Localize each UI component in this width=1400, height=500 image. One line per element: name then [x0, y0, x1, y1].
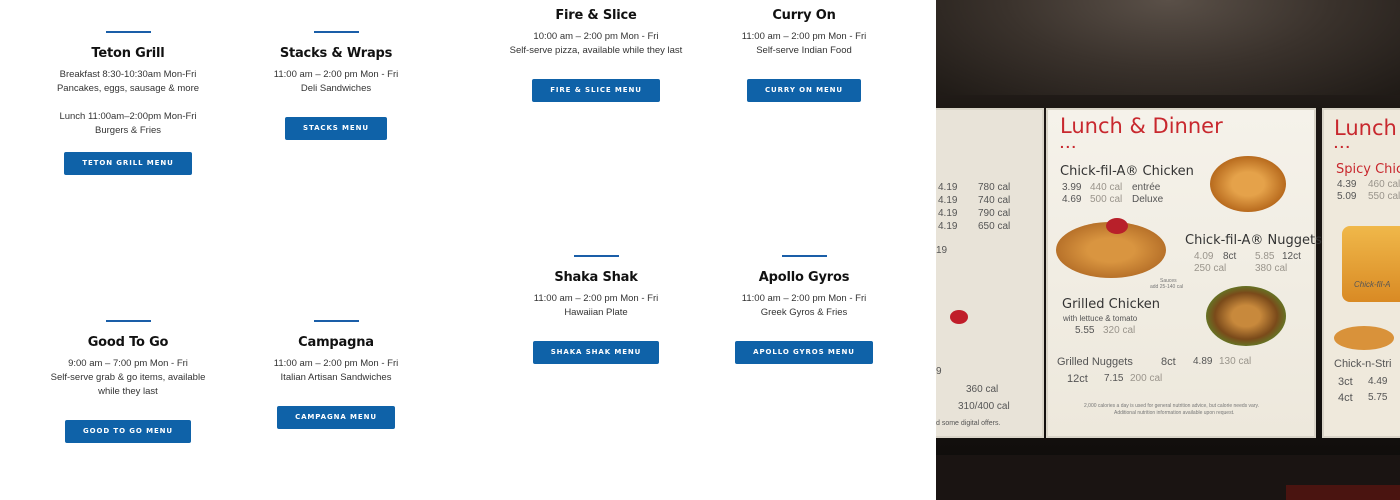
restaurant-hours-line: 11:00 am – 2:00 pm Mon - Fri: [741, 31, 867, 42]
restaurant-description-line: while they last: [98, 386, 158, 397]
teton-grill-menu-button[interactable]: TETON GRILL MENU: [64, 152, 192, 175]
section-divider: [105, 31, 151, 33]
menu-board-photo: 4.19 780 cal 4.19 740 cal 4.19 790 cal 4…: [936, 0, 1400, 500]
restaurant-hours-line: 10:00 am – 2:00 pm Mon - Fri: [533, 31, 659, 42]
section-divider: [781, 255, 827, 257]
campagna-menu-button[interactable]: CAMPAGNA MENU: [277, 406, 395, 429]
restaurant-description-line: Burgers & Fries: [95, 125, 161, 136]
restaurant-name: Fire & Slice: [555, 8, 637, 23]
stacks-menu-button[interactable]: STACKS MENU: [285, 117, 387, 140]
restaurant-hours-line: 11:00 am – 2:00 pm Mon - Fri: [273, 69, 399, 80]
restaurant-card-curry-on: Curry On 11:00 am – 2:00 pm Mon - Fri Se…: [724, 8, 884, 102]
restaurant-description-line: Deli Sandwiches: [300, 83, 372, 94]
restaurant-card-teton-grill: Teton Grill Breakfast 8:30-10:30am Mon-F…: [48, 31, 208, 175]
section-divider: [313, 320, 359, 322]
restaurant-description-line: Self-serve pizza, available while they l…: [509, 45, 683, 56]
restaurant-name: Teton Grill: [91, 46, 165, 61]
restaurant-description-line: Greek Gyros & Fries: [760, 307, 848, 318]
curry-on-menu-button[interactable]: CURRY ON MENU: [747, 79, 861, 102]
restaurant-description-line: Self-serve Indian Food: [756, 45, 852, 56]
restaurant-hours-line: 11:00 am – 2:00 pm Mon - Fri: [533, 293, 659, 304]
menu-board-right: Lunch ... Spicy Chic 4.39 460 cal 5.09 5…: [1324, 110, 1400, 436]
restaurant-description-line: Pancakes, eggs, sausage & more: [56, 83, 200, 94]
restaurant-card-shaka-shak: Shaka Shak 11:00 am – 2:00 pm Mon - Fri …: [516, 255, 676, 364]
section-divider: [573, 255, 619, 257]
grilled-chicken-sandwich-image: [1206, 286, 1286, 346]
strips-image: [1334, 326, 1394, 350]
restaurant-card-fire-slice: Fire & Slice 10:00 am – 2:00 pm Mon - Fr…: [496, 8, 696, 102]
good-to-go-menu-button[interactable]: GOOD TO GO MENU: [65, 420, 191, 443]
restaurant-hours-line: 11:00 am – 2:00 pm Mon - Fri: [741, 293, 867, 304]
fire-slice-menu-button[interactable]: FIRE & SLICE MENU: [532, 79, 660, 102]
restaurant-name: Curry On: [772, 8, 836, 23]
restaurant-hours-line: 9:00 am – 7:00 pm Mon - Fri: [68, 358, 188, 369]
restaurant-card-apollo-gyros: Apollo Gyros 11:00 am – 2:00 pm Mon - Fr…: [724, 255, 884, 364]
chicken-sandwich-image: [1210, 156, 1286, 212]
restaurant-description-line: Self-serve grab & go items, available: [50, 372, 206, 383]
apollo-gyros-menu-button[interactable]: APOLLO GYROS MENU: [735, 341, 873, 364]
waffle-fries-image: [1342, 226, 1400, 302]
restaurant-card-good-to-go: Good To Go 9:00 am – 7:00 pm Mon - Fri S…: [38, 320, 218, 443]
restaurant-card-stacks-wraps: Stacks & Wraps 11:00 am – 2:00 pm Mon - …: [256, 31, 416, 140]
restaurant-name: Shaka Shak: [554, 270, 638, 285]
restaurant-description-line: Italian Artisan Sandwiches: [280, 372, 392, 383]
restaurant-description-line: Hawaiian Plate: [564, 307, 628, 318]
restaurant-hours-line: Lunch 11:00am–2:00pm Mon-Fri: [59, 111, 197, 122]
restaurant-name: Stacks & Wraps: [279, 46, 393, 61]
section-divider: [313, 31, 359, 33]
restaurant-name: Apollo Gyros: [758, 270, 850, 285]
restaurant-name: Campagna: [298, 335, 374, 350]
restaurant-name: Good To Go: [87, 335, 169, 350]
restaurant-hours-line: 11:00 am – 2:00 pm Mon - Fri: [273, 358, 399, 369]
menu-board-left: 4.19 780 cal 4.19 740 cal 4.19 790 cal 4…: [936, 110, 1042, 436]
menu-board-center: Lunch & Dinner ... Chick-fil-A® Chicken …: [1048, 110, 1322, 436]
restaurant-card-campagna: Campagna 11:00 am – 2:00 pm Mon - Fri It…: [256, 320, 416, 429]
strawberry-image: [950, 310, 968, 324]
section-divider: [105, 320, 151, 322]
shaka-shak-menu-button[interactable]: SHAKA SHAK MENU: [532, 341, 660, 364]
restaurant-hours-line: Breakfast 8:30-10:30am Mon-Fri: [59, 69, 197, 80]
sauce-cup-image: [1106, 218, 1128, 234]
